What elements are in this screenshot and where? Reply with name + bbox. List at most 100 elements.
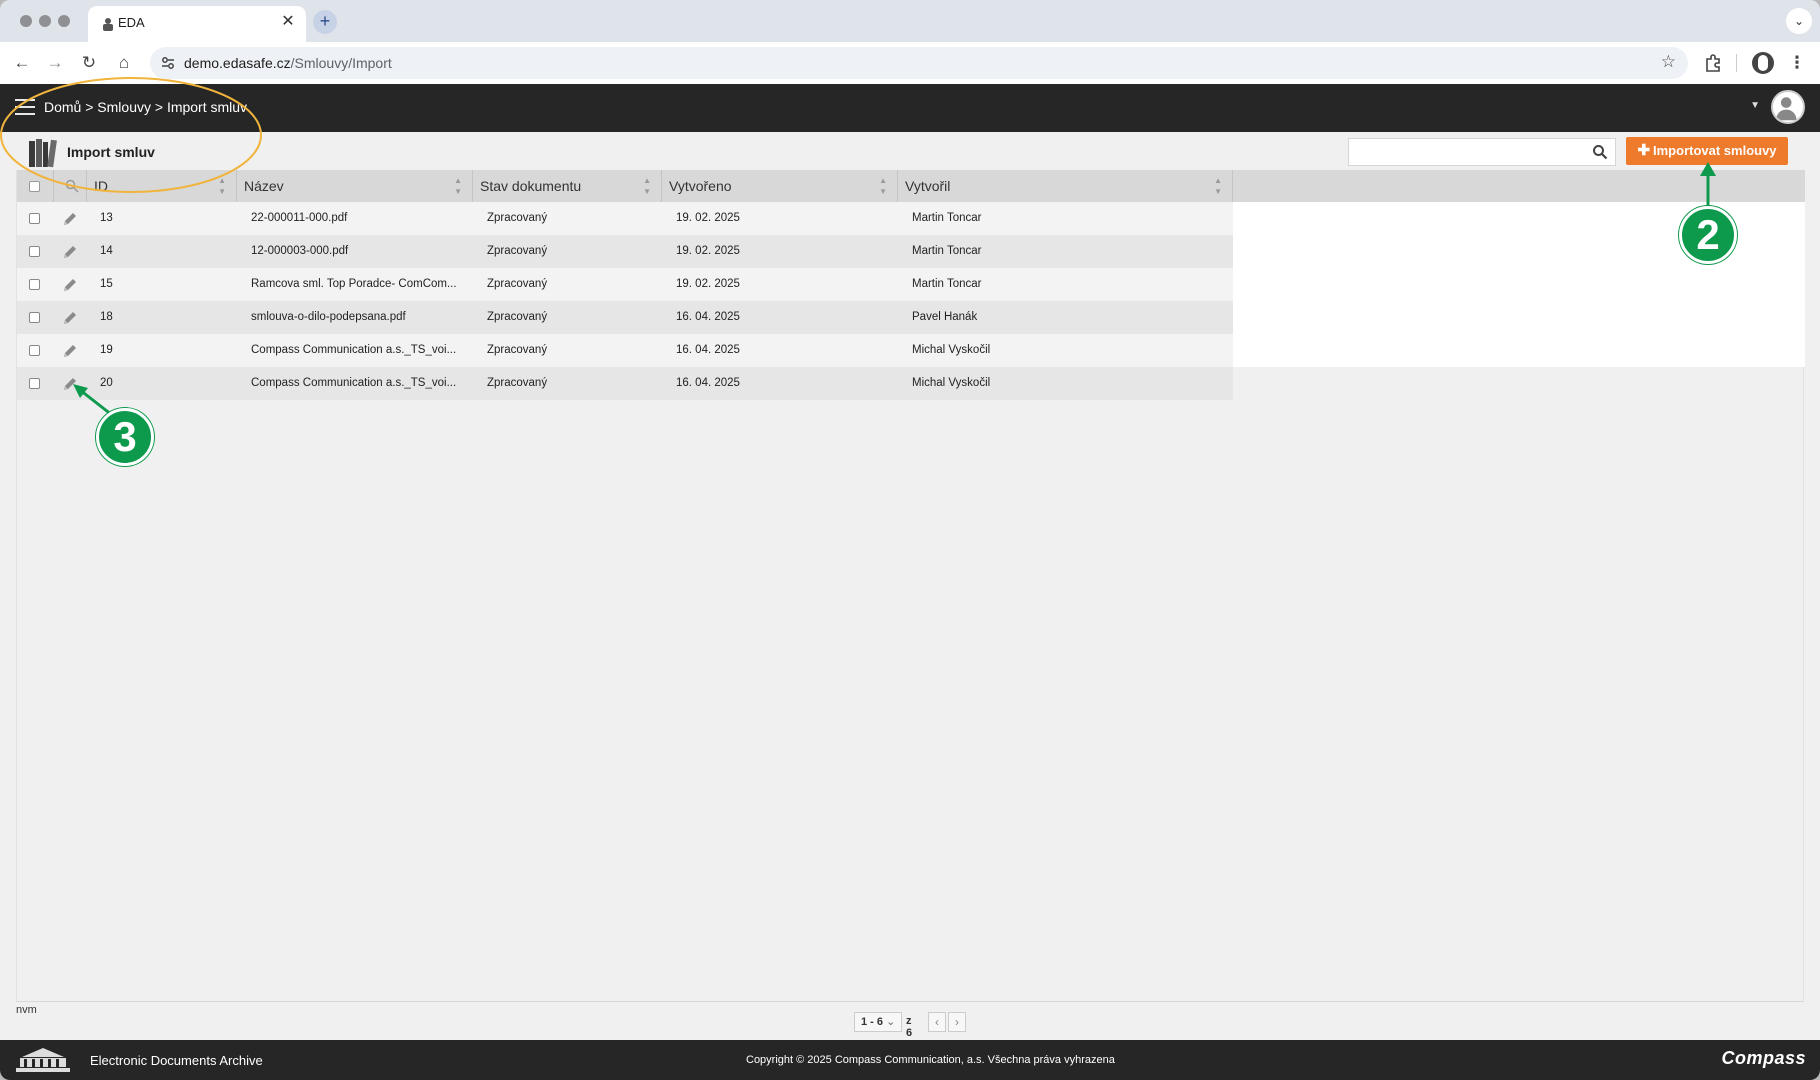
cell-id: 19: [100, 344, 113, 356]
app-header: Domů > Smlouvy > Import smluv ▼: [0, 84, 1820, 132]
cell-status: Zpracovaný: [487, 311, 548, 323]
sort-arrows-icon[interactable]: ▲ ▼: [218, 175, 226, 197]
next-page-button[interactable]: ›: [948, 1012, 966, 1032]
pager-range-label: 1 - 6: [861, 1016, 884, 1028]
column-header-created[interactable]: Vytvořeno ▲ ▼: [662, 170, 898, 202]
column-label-id: ID: [94, 178, 108, 194]
search-input[interactable]: [1355, 143, 1575, 161]
table-row[interactable]: 20 Compass Communication a.s._TS_voi... …: [17, 367, 1805, 400]
cell-created: 16. 04. 2025: [676, 311, 740, 323]
row-checkbox[interactable]: [29, 213, 40, 224]
archive-building-logo-icon: [16, 1048, 70, 1072]
edit-pencil-icon[interactable]: [61, 210, 79, 228]
cell-name: smlouva-o-dilo-podepsana.pdf: [251, 311, 406, 323]
prev-page-button[interactable]: ‹: [928, 1012, 946, 1032]
footer: Electronic Documents Archive Copyright ©…: [0, 1040, 1820, 1080]
cell-created: 16. 04. 2025: [676, 377, 740, 389]
cell-id: 20: [100, 377, 113, 389]
compass-logo: Compass: [1721, 1048, 1806, 1068]
cell-status: Zpracovaný: [487, 245, 548, 257]
footer-copyright: Copyright © 2025 Compass Communication, …: [746, 1054, 1115, 1066]
page-size-select[interactable]: 1 - 6 ⌄: [854, 1012, 902, 1032]
browser-toolbar: ← → ↻ ⌂ demo.edasafe.cz/Smlouvy/Import ☆…: [0, 42, 1820, 84]
home-icon[interactable]: ⌂: [113, 52, 135, 74]
browser-tab[interactable]: EDA ✕: [88, 6, 306, 42]
select-all-checkbox[interactable]: [29, 181, 40, 192]
search-field[interactable]: [1348, 138, 1616, 166]
cell-created: 19. 02. 2025: [676, 245, 740, 257]
row-checkbox[interactable]: [29, 312, 40, 323]
tab-bar: EDA ✕ + ⌄: [0, 0, 1820, 42]
column-header-id[interactable]: ID ▲ ▼: [87, 170, 237, 202]
url-text: demo.edasafe.cz/Smlouvy/Import: [184, 55, 392, 71]
column-header-author[interactable]: Vytvořil ▲ ▼: [898, 170, 1233, 202]
edit-pencil-icon[interactable]: [61, 309, 79, 327]
extensions-icon[interactable]: [1703, 53, 1723, 73]
annotation-badge-2: 2: [1679, 206, 1737, 264]
edit-pencil-icon[interactable]: [61, 375, 79, 393]
table-header: ID ▲ ▼ Název ▲ ▼ Stav dokumentu ▲ ▼ Vytvořeno ▲…: [17, 170, 1805, 202]
forward-icon[interactable]: →: [44, 52, 66, 74]
row-checkbox[interactable]: [29, 246, 40, 257]
column-label-name: Název: [244, 178, 284, 194]
cell-status: Zpracovaný: [487, 377, 548, 389]
bookmark-star-icon[interactable]: ☆: [1661, 52, 1676, 72]
import-contracts-button[interactable]: ✚ Importovat smlouvy: [1626, 137, 1788, 165]
user-avatar[interactable]: [1771, 90, 1805, 124]
browser-menu-icon[interactable]: ⋮: [1786, 52, 1808, 74]
edit-pencil-icon[interactable]: [61, 342, 79, 360]
cell-author: Michal Vyskočil: [912, 377, 991, 389]
table-row[interactable]: 19 Compass Communication a.s._TS_voi... …: [17, 334, 1805, 367]
column-header-name[interactable]: Název ▲ ▼: [237, 170, 473, 202]
search-icon[interactable]: [1592, 144, 1608, 160]
edit-pencil-icon[interactable]: [61, 276, 79, 294]
sort-arrows-icon[interactable]: ▲ ▼: [879, 175, 887, 197]
tab-title: EDA: [118, 15, 145, 30]
maximize-window-button[interactable]: [58, 15, 70, 27]
import-contracts-label: Importovat smlouvy: [1653, 143, 1777, 158]
column-header-status[interactable]: Stav dokumentu ▲ ▼: [473, 170, 662, 202]
cell-author: Pavel Hanák: [912, 311, 978, 323]
filter-search-icon[interactable]: [65, 179, 79, 193]
select-all-column: [17, 170, 54, 202]
hamburger-menu-icon[interactable]: [15, 99, 35, 115]
close-window-button[interactable]: [20, 15, 32, 27]
edit-pencil-icon[interactable]: [61, 243, 79, 261]
table-row[interactable]: 15 Ramcova sml. Top Poradce- ComCom... Z…: [17, 268, 1805, 301]
row-checkbox[interactable]: [29, 279, 40, 290]
table-row[interactable]: 13 22-000011-000.pdf Zpracovaný 19. 02. …: [17, 202, 1805, 235]
address-bar[interactable]: demo.edasafe.cz/Smlouvy/Import ☆: [150, 47, 1688, 79]
minimize-window-button[interactable]: [39, 15, 51, 27]
sort-arrows-icon[interactable]: ▲ ▼: [643, 175, 651, 197]
sort-arrows-icon[interactable]: ▲ ▼: [1214, 175, 1222, 197]
cell-status: Zpracovaný: [487, 212, 548, 224]
row-checkbox[interactable]: [29, 378, 40, 389]
cell-id: 15: [100, 278, 113, 290]
new-tab-button[interactable]: +: [313, 10, 337, 34]
tab-search-button[interactable]: ⌄: [1786, 8, 1812, 34]
cell-id: 13: [100, 212, 113, 224]
user-menu-caret-icon[interactable]: ▼: [1750, 100, 1760, 111]
breadcrumb[interactable]: Domů > Smlouvy > Import smluv: [44, 99, 247, 115]
cell-author: Martin Toncar: [912, 245, 982, 257]
column-label-created: Vytvořeno: [669, 178, 732, 194]
cell-created: 16. 04. 2025: [676, 344, 740, 356]
profile-icon[interactable]: [1752, 52, 1774, 74]
reload-icon[interactable]: ↻: [78, 52, 100, 74]
annotation-badge-3: 3: [96, 408, 154, 466]
site-info-icon[interactable]: [159, 54, 177, 72]
contracts-table: ID ▲ ▼ Název ▲ ▼ Stav dokumentu ▲ ▼ Vytvořeno ▲…: [16, 170, 1805, 1002]
cell-id: 18: [100, 311, 113, 323]
status-text: nvm: [16, 1004, 37, 1016]
table-row[interactable]: 14 12-000003-000.pdf Zpracovaný 19. 02. …: [17, 235, 1805, 268]
sort-arrows-icon[interactable]: ▲ ▼: [454, 175, 462, 197]
back-icon[interactable]: ←: [11, 52, 33, 74]
tab-close-icon[interactable]: ✕: [278, 12, 298, 32]
cell-author: Michal Vyskočil: [912, 344, 991, 356]
filter-column: [54, 170, 87, 202]
table-row[interactable]: 18 smlouva-o-dilo-podepsana.pdf Zpracova…: [17, 301, 1805, 334]
pager-total: z 6: [906, 1015, 913, 1039]
cell-id: 14: [100, 245, 113, 257]
row-checkbox[interactable]: [29, 345, 40, 356]
cell-status: Zpracovaný: [487, 344, 548, 356]
